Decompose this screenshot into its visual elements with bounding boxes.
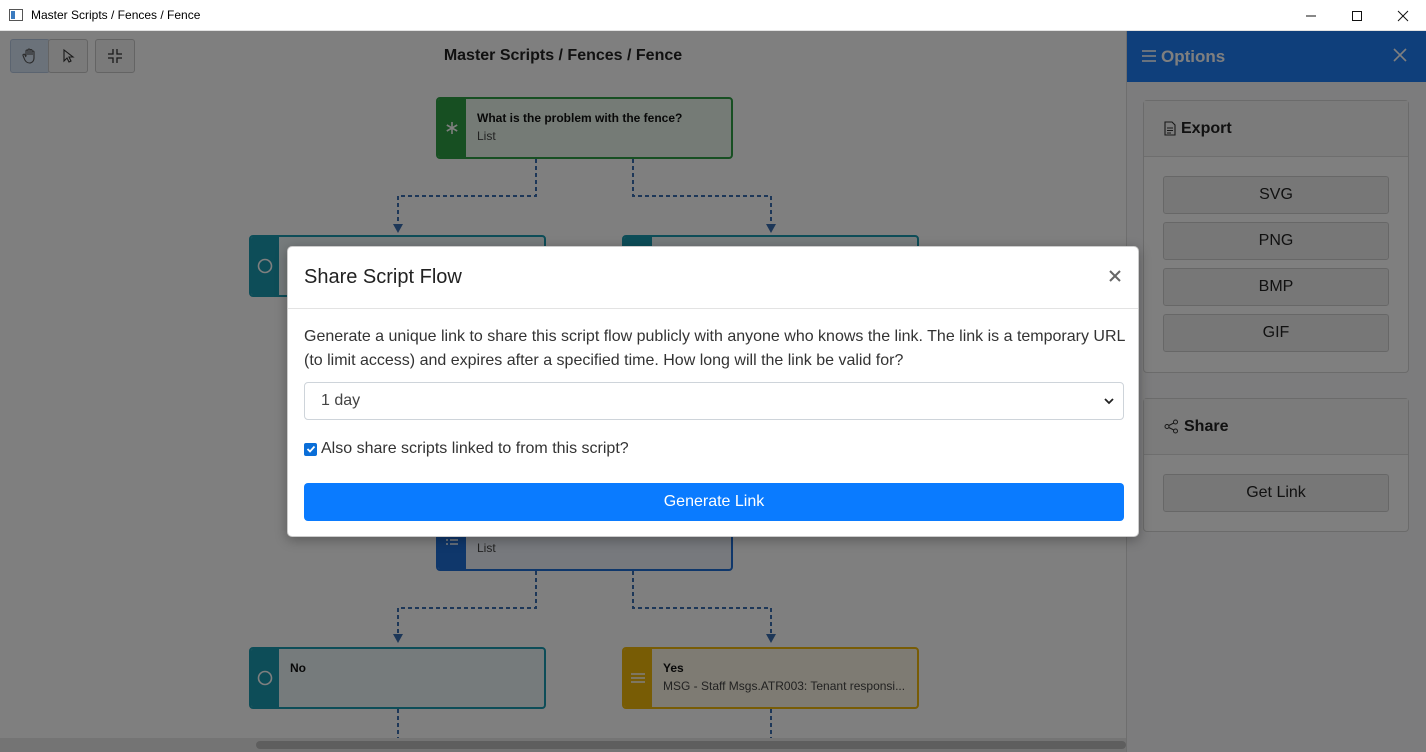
minimize-icon [1306,15,1316,16]
checkmark-icon [306,445,315,453]
close-dialog-icon[interactable] [1108,269,1122,283]
maximize-icon [1352,10,1362,21]
chevron-down-icon [1104,398,1114,405]
also-share-checkbox[interactable] [304,442,317,456]
window-title: Master Scripts / Fences / Fence [31,8,201,22]
dialog-description: Generate a unique link to share this scr… [304,328,1125,369]
duration-selected-value: 1 day [321,392,361,409]
close-icon [1397,10,1409,21]
window-titlebar: Master Scripts / Fences / Fence [0,0,1426,31]
link-duration-select[interactable]: 1 day [304,382,1124,420]
minimize-button[interactable] [1288,0,1334,31]
close-window-button[interactable] [1380,0,1426,31]
share-script-flow-dialog: Share Script Flow Generate a unique link… [287,246,1139,537]
maximize-button[interactable] [1334,0,1380,31]
also-share-label: Also share scripts linked to from this s… [321,440,629,457]
also-share-checkbox-row[interactable]: Also share scripts linked to from this s… [304,440,629,458]
generate-link-button[interactable]: Generate Link [304,483,1124,521]
app-icon [9,9,23,21]
dialog-title: Share Script Flow [288,247,1138,309]
